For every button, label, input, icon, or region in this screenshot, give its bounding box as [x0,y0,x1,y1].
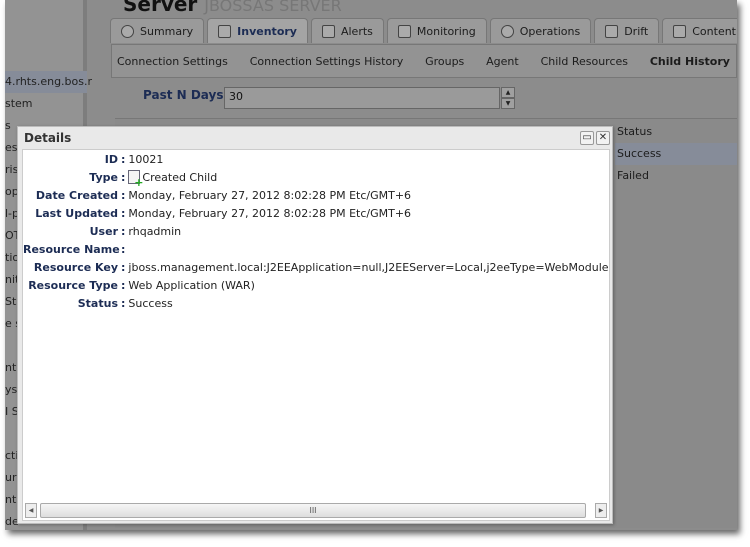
field-separator: : [121,152,126,166]
tab-drift[interactable]: Drift [594,18,660,43]
tab-operations[interactable]: Operations [489,18,592,43]
sidebar-item[interactable]: stem [5,93,33,115]
field-value-wrap: Monday, February 27, 2012 8:02:28 PM Etc… [128,189,411,202]
field-label: Date Created [35,188,118,202]
tab-label: Monitoring [416,24,476,38]
field-value: rhqadmin [128,224,182,238]
field-date-created: Date Created: Monday, February 27, 2012 8… [23,186,411,204]
tab-alerts[interactable]: Alerts [310,18,384,43]
scroll-left-button[interactable]: ◀ [25,503,37,518]
sidebar-item[interactable]: es [5,137,18,159]
field-resource-name: Resource Name: [23,240,128,258]
field-label: Resource Type [28,278,118,292]
tab-content[interactable]: Content [662,18,737,43]
gear-icon [121,24,134,38]
field-resource-type: Resource Type: Web Application (WAR) [23,276,255,294]
field-label: Last Updated [35,206,118,220]
sidebar-item[interactable]: 4.rhts.eng.bos.r [5,71,92,93]
field-resource-key: Resource Key: jboss.management.local:J2EE… [23,258,610,276]
clipboard-icon [218,24,232,38]
maximize-button[interactable]: ▭ [580,131,594,145]
subtab-connection-settings[interactable]: Connection Settings [117,55,228,68]
server-title: Server JBOSSAS SERVER [123,0,342,16]
sidebar-item[interactable]: ys [5,379,17,401]
details-dialog: Details ▭ ✕ ID:10021Type:Created ChildDa… [17,126,613,524]
tab-label: Inventory [237,24,297,38]
package-icon [673,24,687,38]
tab-label: Content [692,24,736,38]
field-value: Created Child [142,170,218,184]
past-n-days-label: Past N Days : [143,88,233,102]
tab-label: Summary [140,24,194,38]
field-value-wrap: Web Application (WAR) [128,279,254,292]
tab-monitoring[interactable]: Monitoring [386,18,487,43]
field-separator: : [121,206,126,220]
grid-row[interactable]: Success [615,143,737,165]
field-label: Type [89,170,118,184]
field-id: ID:10021 [23,150,164,168]
field-status: Status: Success [23,294,173,312]
field-separator: : [121,260,126,274]
field-type: Type: Created Child [23,168,218,187]
tab-label: Drift [624,24,649,38]
subtab-child-history[interactable]: Child History [650,55,730,68]
flag-icon [321,24,335,38]
status-column-header[interactable]: Status [615,121,737,143]
field-value-wrap: jboss.management.local:J2EEApplication=n… [128,260,610,274]
document-icon [605,24,619,38]
spinner-up-button[interactable]: ▲ [501,87,515,98]
subtab-child-resources[interactable]: Child Resources [541,55,628,68]
field-user: User: rhqadmin [23,222,182,240]
field-value-wrap: Created Child [128,170,218,187]
details-panel: ID:10021Type:Created ChildDate Created:M… [22,149,610,521]
field-label: User [89,224,118,238]
field-value-wrap: Success [128,297,172,310]
tab-summary[interactable]: Summary [110,18,205,43]
tab-label: Alerts [340,24,373,38]
created-child-icon [128,170,143,187]
tab-label: Operations [519,24,581,38]
field-label: ID [104,152,118,166]
field-separator: : [121,242,126,256]
field-value: Web Application (WAR) [128,278,255,292]
grid-row[interactable]: Failed [615,165,737,187]
field-value: Monday, February 27, 2012 8:02:28 PM Etc… [128,206,412,220]
field-separator: : [121,188,126,202]
field-last-updated: Last Updated: Monday, February 27, 2012 8… [23,204,411,222]
field-label: Resource Key [33,260,118,274]
close-button[interactable]: ✕ [596,131,610,145]
sidebar-item[interactable]: ur [5,467,17,489]
scroll-thumb[interactable]: III [40,503,586,518]
field-value: Success [128,296,173,310]
field-value-wrap: 10021 [128,153,163,166]
sidebar-item[interactable]: s [5,115,11,137]
field-value: 10021 [128,152,164,166]
past-n-days-input[interactable]: 30 [224,87,500,109]
field-separator: : [121,170,126,184]
subtab-groups[interactable]: Groups [425,55,464,68]
horizontal-scrollbar[interactable]: ◀ III ▶ [25,503,607,518]
tab-bar: Summary Inventory Alerts Monitoring Operatio… [110,18,737,43]
field-value: Monday, February 27, 2012 8:02:28 PM Etc… [128,188,412,202]
subtab-agent[interactable]: Agent [486,55,519,68]
field-separator: : [121,224,126,238]
sidebar-item[interactable]: nt [5,357,16,379]
field-value-wrap: rhqadmin [128,225,181,238]
field-label: Status [77,296,118,310]
spinner-down-button[interactable]: ▼ [501,98,515,109]
scroll-right-button[interactable]: ▶ [595,503,607,518]
chart-icon [397,24,411,38]
field-value-wrap: Monday, February 27, 2012 8:02:28 PM Etc… [128,207,411,220]
field-separator: : [121,278,126,292]
dialog-title: Details [24,131,72,145]
tab-inventory[interactable]: Inventory [207,18,308,43]
subtab-connection-settings-history[interactable]: Connection Settings History [250,55,403,68]
subtab-bar: Connection Settings Connection Settings H… [111,44,737,78]
field-label: Resource Name [23,242,120,256]
play-icon [500,24,514,38]
field-separator: : [121,296,126,310]
field-value: jboss.management.local:J2EEApplication=n… [128,260,610,274]
